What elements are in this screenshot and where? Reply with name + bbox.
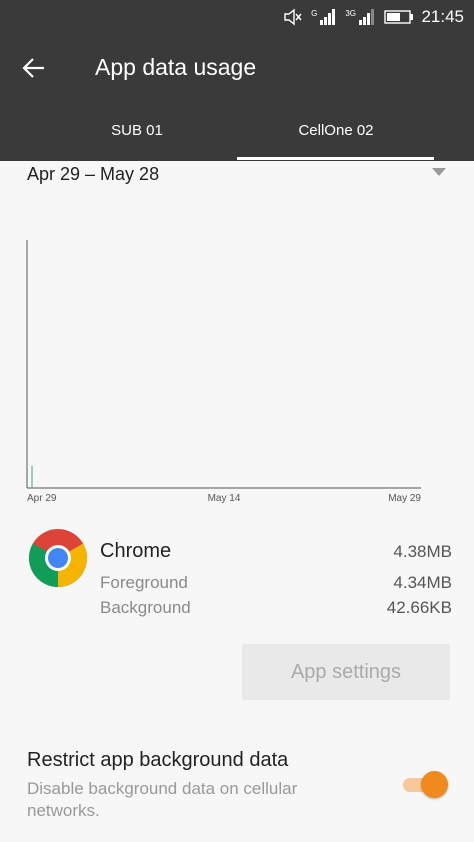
toggle-knob — [421, 771, 448, 798]
background-label: Background — [100, 598, 191, 617]
restrict-background-toggle[interactable] — [401, 770, 449, 798]
signal-icon — [320, 9, 336, 25]
tick-label-start: Apr 29 — [27, 493, 57, 504]
sim-tabs: SUB 01 CellOne 02 — [0, 100, 474, 161]
foreground-label: Foreground — [100, 573, 188, 592]
signal-icon-2 — [359, 9, 374, 25]
tick-label-end: May 29 — [388, 493, 421, 504]
app-total-usage: 4.38MB — [393, 542, 452, 561]
foreground-value: 4.34MB — [393, 573, 452, 592]
status-icons: G 3G — [283, 8, 414, 26]
restrict-description: Disable background data on cellular netw… — [27, 779, 298, 820]
restrict-title: Restrict app background data — [27, 749, 289, 771]
app-bar: App data usage — [0, 34, 474, 100]
status-time: 21:45 — [421, 7, 464, 26]
background-value: 42.66KB — [386, 598, 452, 617]
chrome-icon — [29, 529, 87, 587]
status-bar: G 3G 21:45 — [0, 0, 474, 34]
app-settings-button[interactable]: App settings — [242, 644, 450, 700]
cycle-range[interactable]: Apr 29 – May 28 — [27, 164, 159, 185]
page-title: App data usage — [95, 54, 257, 80]
app-name: Chrome — [100, 540, 172, 562]
usage-chart: Apr 29 May 14 May 29 — [26, 240, 421, 504]
mute-icon — [284, 8, 302, 26]
tab-indicator — [237, 157, 434, 160]
tick-label-mid: May 14 — [208, 493, 241, 504]
battery-icon — [384, 10, 413, 24]
tab-sub-01[interactable]: SUB 01 — [37, 122, 237, 139]
sim2-network-type: 3G — [345, 8, 356, 18]
dropdown-arrow-icon[interactable] — [432, 168, 446, 176]
back-arrow-icon[interactable] — [20, 54, 48, 82]
sim1-network-type: G — [311, 8, 318, 18]
tab-cellone-02[interactable]: CellOne 02 — [236, 122, 436, 139]
